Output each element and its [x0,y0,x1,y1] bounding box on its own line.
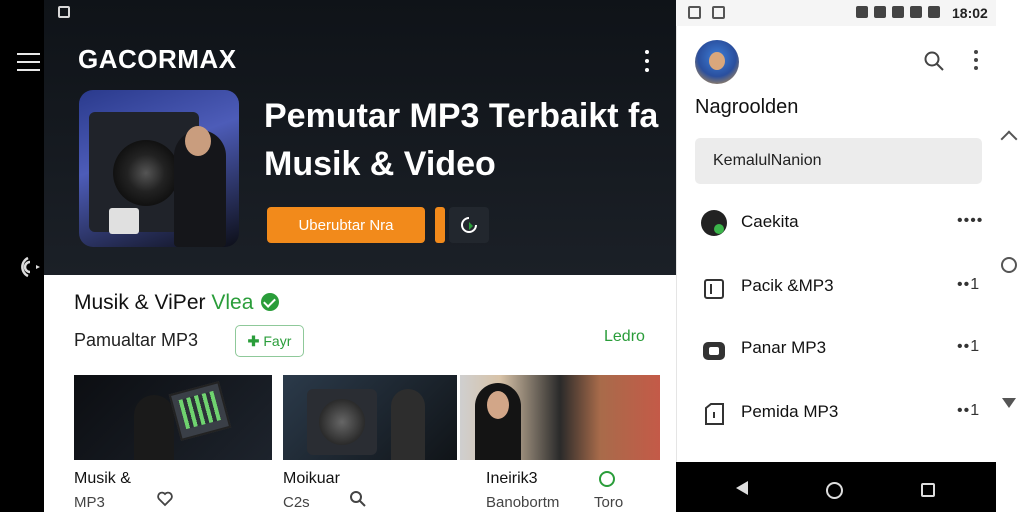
video-thumbnail[interactable] [460,375,660,460]
main-app: GACORMAX Pemutar MP3 Terbaikt fa Musik &… [44,0,676,512]
drawer-search-field[interactable]: KemalulNanion [695,138,982,184]
player-icon [703,342,725,360]
card-subtitle: Banobortm [486,494,560,511]
folder-icon [705,403,724,425]
card-subtitle: MP3 [74,494,105,511]
chat-icon [701,210,727,236]
card-subtitle: Toro [594,494,624,511]
bottom-nav-bar [676,462,996,512]
drawer-item-label: Pemida MP3 [741,402,839,421]
card-title: Moikuar [283,470,340,487]
section-title: Musik & ViPer Vlea [74,291,280,315]
home-icon[interactable] [826,482,843,499]
status-icons [856,6,940,18]
circle-icon[interactable] [598,470,616,488]
more-icon[interactable]: ••1 [957,338,980,356]
sub-title: Pamualtar MP3 [74,330,199,350]
drawer-item-label: Panar MP3 [741,338,827,357]
refresh-button[interactable] [449,207,489,243]
verified-icon [261,293,280,311]
menu-icon[interactable] [17,53,40,71]
kebab-menu-icon[interactable] [973,50,979,70]
hero-image [79,90,239,247]
status-time: 18:02 [952,5,988,21]
home-icon[interactable] [1001,257,1017,273]
right-nav-strip [996,0,1024,512]
refresh-icon [461,217,477,233]
file-icon [704,279,724,299]
drawer-item-label: Caekita [741,212,799,231]
card-title: Musik & [74,470,131,487]
filter-chip[interactable]: ✚ Fayr [235,325,304,357]
hero-banner: GACORMAX Pemutar MP3 Terbaikt fa Musik &… [44,0,676,275]
back-icon[interactable] [1000,130,1018,148]
drawer-item-label: Pacik &MP3 [741,276,834,295]
heart-icon[interactable] [156,490,174,508]
kebab-menu-icon[interactable] [644,50,650,72]
section-title-main: Musik & ViPer [74,291,206,314]
status-bar: 18:02 [676,0,996,26]
drawer-user-name: Nagroolden [695,96,799,118]
see-more-link[interactable]: Ledro [604,328,645,346]
more-icon[interactable]: ••1 [957,402,980,420]
notification-icon [58,6,70,18]
gallery-icon [688,6,701,19]
hero-title: Pemutar MP3 Terbaikt fa Musik & Video [264,97,659,183]
video-thumbnail[interactable] [283,375,457,460]
avatar[interactable] [695,40,739,84]
more-icon[interactable]: ••1 [957,276,980,294]
chip-label: Fayr [263,333,292,349]
brand-title: GACORMAX [78,44,237,74]
card-subtitle: C2s [283,494,310,511]
screen: GACORMAX Pemutar MP3 Terbaikt fa Musik &… [0,0,1024,512]
side-drawer: Nagroolden KemalulNanion Caekita •••• Pa… [676,0,996,462]
search-icon[interactable] [923,50,945,72]
photo-icon [712,6,725,19]
drawer-item[interactable]: Pemida MP3 ••1 [677,388,997,438]
back-icon[interactable] [736,481,748,495]
left-system-strip [0,0,44,512]
drawer-item[interactable]: Pacik &MP3 ••1 [677,262,997,312]
wifi-icon [21,256,40,278]
recents-icon[interactable] [1002,398,1016,408]
chip-icon: ✚ [247,332,260,349]
recents-icon[interactable] [921,483,935,497]
cta-button[interactable]: Uberubtar Nra [267,207,425,243]
card-title: Ineirik3 [486,470,538,487]
drawer-item[interactable]: Panar MP3 ••1 [677,324,997,374]
cta-divider [435,207,445,243]
drawer-item[interactable]: Caekita •••• [677,198,997,248]
video-thumbnail[interactable] [74,375,272,460]
more-icon[interactable]: •••• [957,212,983,230]
section-title-accent: Vlea [211,291,254,314]
search-icon[interactable] [349,490,367,508]
